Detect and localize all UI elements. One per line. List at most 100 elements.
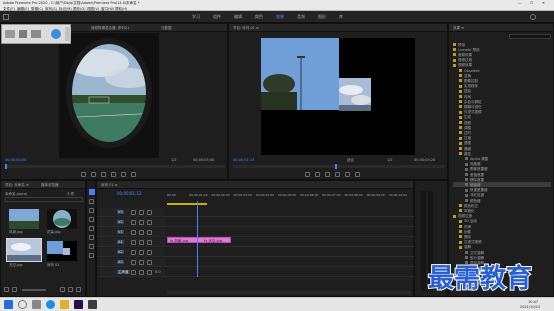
track-label[interactable]: A3 (117, 260, 124, 264)
edge-icon[interactable] (46, 300, 55, 309)
slip-tool-icon[interactable] (89, 226, 94, 231)
workspace-learn[interactable]: 学习 (192, 14, 200, 19)
track-label[interactable]: V1 (117, 230, 124, 234)
step-back-icon[interactable] (91, 172, 96, 177)
list-view-icon[interactable] (4, 287, 9, 292)
lift-icon[interactable] (345, 172, 350, 177)
work-area-bar[interactable] (167, 203, 207, 205)
program-fit[interactable]: 适合 (347, 158, 354, 162)
timeline-track[interactable]: 主声道 0.0 (97, 267, 415, 277)
workspace-assembly[interactable]: 组件 (213, 14, 221, 19)
track-label[interactable]: A1 (117, 240, 124, 244)
lock-icon[interactable] (131, 259, 136, 265)
zoom-slider[interactable] (22, 289, 46, 291)
trash-icon[interactable] (76, 287, 81, 292)
new-bin-icon[interactable] (68, 287, 73, 292)
timeline-track[interactable]: V2 (97, 217, 415, 227)
timeline-track[interactable]: V1 (97, 227, 415, 237)
search-icon[interactable] (530, 14, 536, 20)
menu-help[interactable]: 帮助(H) (115, 7, 127, 11)
project-thumb-2[interactable] (47, 209, 77, 229)
hand-tool-icon[interactable] (89, 244, 94, 249)
menu-clip[interactable]: 剪辑(C) (31, 7, 43, 11)
sync-icon[interactable] (139, 219, 144, 225)
ripple-edit-tool-icon[interactable] (89, 208, 94, 213)
save-icon[interactable] (19, 30, 27, 38)
menu-file[interactable]: 文件(F) (3, 7, 15, 11)
workspace-audio[interactable]: 音频 (297, 14, 305, 19)
project-thumb-1[interactable] (9, 209, 39, 229)
new-item-icon[interactable] (60, 287, 65, 292)
clip-landscape[interactable]: fx 风景.jpg fx 天空.jpg (167, 237, 231, 243)
sync-icon[interactable] (139, 239, 144, 245)
program-scrubber[interactable] (233, 164, 445, 169)
toolbar-grip-icon[interactable] (65, 27, 71, 41)
lock-icon[interactable] (131, 229, 136, 235)
premiere-icon[interactable] (74, 300, 83, 309)
eye-icon[interactable] (147, 269, 152, 275)
insert-icon[interactable] (121, 172, 126, 177)
tab-sequence[interactable]: 序列 01 ≡ (101, 183, 118, 187)
task-view-icon[interactable] (32, 300, 41, 309)
eye-icon[interactable] (147, 239, 152, 245)
sync-icon[interactable] (139, 269, 144, 275)
tab-audio-mixer[interactable]: 音频剪辑混合器: 序列01 (91, 26, 129, 30)
program-step-forward-icon[interactable] (335, 172, 340, 177)
close-button[interactable]: ✕ (542, 1, 545, 5)
folder-icon[interactable] (5, 30, 15, 38)
timeline-track[interactable]: A2 (97, 247, 415, 257)
print-icon[interactable] (31, 30, 41, 38)
overwrite-icon[interactable] (131, 172, 136, 177)
windows-start-icon[interactable] (4, 300, 13, 309)
extract-icon[interactable] (355, 172, 360, 177)
help-icon[interactable] (51, 29, 61, 39)
menu-sequence[interactable]: 序列(S) (45, 7, 57, 11)
razor-tool-icon[interactable] (89, 217, 94, 222)
program-step-back-icon[interactable] (315, 172, 320, 177)
effects-search-input[interactable] (509, 34, 551, 39)
source-scrubber[interactable] (5, 164, 225, 169)
program-playhead[interactable] (335, 164, 337, 169)
lock-icon[interactable] (131, 269, 136, 275)
sync-icon[interactable] (139, 249, 144, 255)
app-icon[interactable] (88, 300, 97, 309)
sync-icon[interactable] (139, 229, 144, 235)
icon-view-icon[interactable] (12, 287, 17, 292)
tab-effects[interactable]: 效果 ≡ (453, 26, 464, 30)
timeline-scrollbar[interactable] (167, 291, 411, 294)
menu-graphics[interactable]: 图形(G) (73, 7, 85, 11)
project-thumb-3[interactable] (6, 238, 42, 262)
workspace-editing[interactable]: 编辑 (234, 14, 242, 19)
workspace-libraries[interactable]: 库 (339, 14, 343, 19)
tab-media-browser[interactable]: 媒体浏览器 (41, 183, 59, 187)
minimize-button[interactable]: — (518, 1, 522, 5)
track-label[interactable]: 主声道 (117, 270, 130, 274)
step-forward-icon[interactable] (111, 172, 116, 177)
lock-icon[interactable] (131, 219, 136, 225)
menu-marker[interactable]: 标记(M) (59, 7, 72, 11)
play-icon[interactable] (101, 172, 106, 177)
project-thumb-4[interactable] (47, 241, 77, 261)
eye-icon[interactable] (147, 249, 152, 255)
home-icon[interactable] (3, 14, 9, 20)
workspace-effects[interactable]: 效果 (276, 14, 284, 19)
file-explorer-icon[interactable] (60, 300, 69, 309)
eye-icon[interactable] (147, 229, 152, 235)
tab-project[interactable]: 项目: 未命名 ≡ (5, 183, 29, 187)
source-playhead[interactable] (5, 164, 7, 169)
track-label[interactable]: A2 (117, 250, 124, 254)
eye-icon[interactable] (147, 219, 152, 225)
search-taskbar-icon[interactable] (18, 300, 27, 309)
source-scale[interactable]: 1/2 (171, 158, 177, 162)
mark-in-icon[interactable] (81, 172, 86, 177)
eye-icon[interactable] (147, 259, 152, 265)
menu-window[interactable]: 窗口(W) (101, 7, 114, 11)
project-search-input[interactable] (5, 197, 83, 202)
sync-icon[interactable] (139, 209, 144, 215)
track-label[interactable]: V3 (117, 210, 124, 214)
workspace-color[interactable]: 颜色 (255, 14, 263, 19)
menu-edit[interactable]: 编辑(E) (17, 7, 29, 11)
maximize-button[interactable]: ☐ (530, 1, 533, 5)
menu-view[interactable]: 视图(V) (87, 7, 99, 11)
timeline-track[interactable]: A3 (97, 257, 415, 267)
